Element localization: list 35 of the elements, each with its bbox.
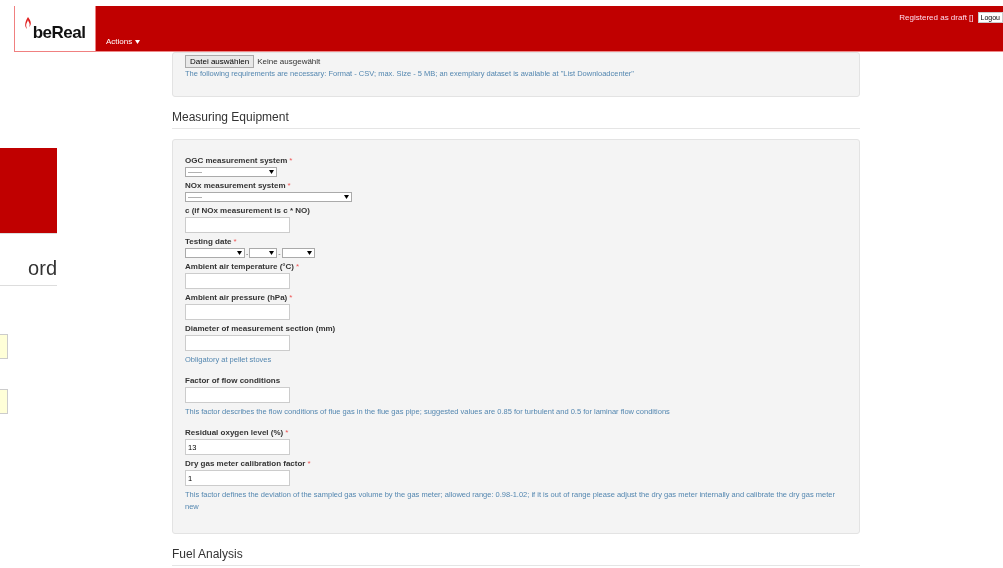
field-label: OGC measurement system * xyxy=(185,156,294,165)
select-field[interactable] xyxy=(185,248,245,258)
caret-icon xyxy=(135,39,141,44)
field-label: Diameter of measurement section (mm) xyxy=(185,324,337,333)
registration-status: Registered as draft [] xyxy=(899,13,974,22)
field-label: c (if NOx measurement is c * NO) xyxy=(185,206,311,215)
field-label: Residual oxygen level (%) * xyxy=(185,428,290,437)
field-label: Dry gas meter calibration factor * xyxy=(185,459,312,468)
logo[interactable]: beReal xyxy=(14,6,96,52)
caret-icon xyxy=(306,251,312,255)
input-field[interactable] xyxy=(185,273,290,289)
input-field[interactable] xyxy=(185,217,290,233)
section-title: Measuring Equipment xyxy=(172,110,860,129)
field-label: Ambient air pressure (hPa) * xyxy=(185,293,294,302)
side-heading: ord xyxy=(0,257,57,286)
select-field[interactable] xyxy=(249,248,278,258)
field-label: Factor of flow conditions xyxy=(185,376,282,385)
field-label: NOx measurement system * xyxy=(185,181,292,190)
input-field[interactable] xyxy=(0,389,8,414)
caret-icon xyxy=(344,195,349,199)
input-field[interactable] xyxy=(0,334,8,359)
caret-icon xyxy=(269,251,275,255)
input-field[interactable] xyxy=(185,304,290,320)
field-label: Ambient air temperature (°C) * xyxy=(185,262,301,271)
section-title: Fuel Analysis xyxy=(172,547,860,566)
select-field[interactable] xyxy=(281,248,315,258)
caret-icon xyxy=(237,251,242,255)
actions-menu[interactable]: Actions xyxy=(106,37,141,46)
choose-file-button[interactable]: Datei auswählen xyxy=(185,55,255,68)
input-field[interactable] xyxy=(185,387,290,403)
file-status: Keine ausgewählt xyxy=(257,57,321,66)
input-field[interactable] xyxy=(185,335,290,351)
field-label: Testing date * xyxy=(185,237,238,246)
caret-icon xyxy=(269,170,274,174)
flame-icon xyxy=(24,16,32,31)
